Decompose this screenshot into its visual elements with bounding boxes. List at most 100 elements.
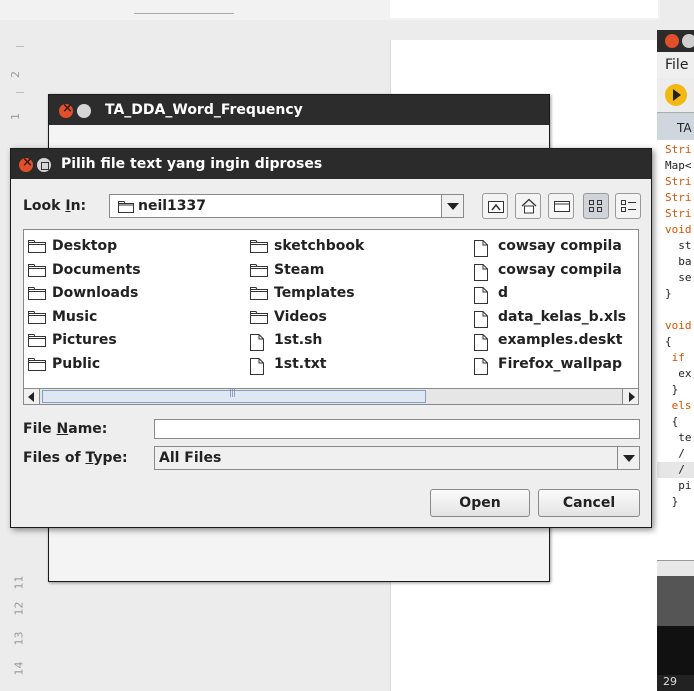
ruler-tick	[16, 92, 24, 93]
minimize-icon[interactable]	[682, 34, 694, 48]
ide-horizontal-scrollbar[interactable]	[657, 560, 694, 576]
file-icon	[474, 357, 488, 375]
folder-icon	[28, 334, 46, 348]
home-button[interactable]	[515, 193, 541, 219]
scroll-left-icon[interactable]	[24, 389, 40, 404]
item-label: Steam	[274, 261, 325, 278]
file-list-column: sketchbook Steam Templates Videos 1st.sh 1st.…	[246, 236, 364, 378]
chevron-down-icon[interactable]	[617, 447, 639, 469]
folder-item[interactable]: Downloads	[24, 283, 141, 307]
scrollbar-thumb[interactable]	[42, 388, 426, 403]
file-name-input[interactable]	[154, 419, 640, 439]
file-icon	[474, 263, 488, 281]
code-line: {	[665, 415, 679, 428]
maximize-icon[interactable]	[37, 158, 51, 172]
folder-item[interactable]: Videos	[246, 307, 364, 331]
item-label: 1st.txt	[274, 355, 327, 372]
ide-console-header	[657, 576, 694, 626]
folder-item[interactable]: Templates	[246, 283, 364, 307]
open-button[interactable]: Open	[430, 489, 530, 517]
close-icon[interactable]	[19, 155, 33, 172]
code-line: st	[665, 239, 692, 252]
details-view-icon	[621, 200, 636, 212]
word-frequency-titlebar: TA_DDA_Word_Frequency	[49, 95, 549, 125]
folder-item[interactable]: Documents	[24, 260, 141, 284]
ruler-tick	[16, 46, 24, 47]
ide-menu-file[interactable]: File	[657, 52, 694, 78]
file-list-column: Desktop Documents Downloads Music Pictures Pu…	[24, 236, 141, 378]
cancel-button[interactable]: Cancel	[538, 489, 640, 517]
code-line: te	[665, 431, 692, 444]
folder-icon	[28, 240, 46, 253]
folder-item[interactable]: Music	[24, 307, 141, 331]
look-in-combobox[interactable]: neil1337	[109, 194, 464, 218]
folder-icon	[28, 357, 46, 371]
item-label: Public	[52, 355, 101, 372]
details-view-button[interactable]	[615, 193, 641, 219]
code-line: els	[665, 399, 692, 412]
file-icon	[474, 310, 488, 328]
ide-editor-tab[interactable]: TA	[657, 112, 694, 140]
file-item[interactable]: 1st.sh	[246, 330, 364, 354]
file-icon	[474, 287, 488, 305]
code-line: se	[665, 271, 692, 284]
chevron-down-icon[interactable]	[441, 195, 463, 217]
files-of-type-combobox[interactable]: All Files	[154, 446, 640, 470]
item-label: Desktop	[52, 238, 118, 254]
code-line: Stri	[665, 175, 692, 188]
code-line: {	[665, 335, 672, 348]
folder-item[interactable]: Desktop	[24, 236, 141, 260]
code-line: /	[657, 462, 694, 478]
file-list-scrollbar[interactable]	[23, 388, 639, 405]
code-line: void	[665, 319, 692, 332]
folder-item[interactable]: Pictures	[24, 330, 141, 354]
code-line: ex	[665, 367, 692, 380]
look-in-row: Look In: neil1337	[23, 193, 643, 219]
file-name-label: File Name:	[23, 421, 108, 437]
file-icon	[250, 334, 264, 352]
file-item[interactable]: 1st.txt	[246, 354, 364, 378]
folder-item[interactable]: Steam	[246, 260, 364, 284]
close-icon[interactable]	[665, 34, 679, 48]
file-item[interactable]: examples.deskt	[470, 330, 626, 354]
code-line: Stri	[665, 207, 692, 220]
folder-icon	[250, 310, 268, 324]
file-item[interactable]: d	[470, 283, 626, 307]
file-item[interactable]: cowsay compila	[470, 236, 626, 260]
document-ruler-strip	[390, 0, 658, 18]
item-label: Pictures	[52, 332, 117, 349]
ide-code-editor[interactable]: Stri Map< Stri Stri Stri void st ba se }…	[657, 140, 694, 560]
code-line: ba	[665, 255, 692, 268]
file-icon	[474, 334, 488, 352]
file-item[interactable]: data_kelas_b.xls	[470, 307, 626, 331]
new-folder-icon	[554, 201, 570, 212]
folder-item[interactable]: sketchbook	[246, 236, 364, 260]
file-list[interactable]: Desktop Documents Downloads Music Pictures Pu…	[23, 229, 639, 389]
item-label: 1st.sh	[274, 332, 323, 349]
window-title: TA_DDA_Word_Frequency	[105, 102, 303, 118]
look-in-label: Look In:	[23, 198, 87, 214]
folder-icon	[28, 310, 46, 324]
minimize-icon[interactable]	[77, 104, 91, 118]
new-folder-button[interactable]	[548, 193, 574, 219]
code-line: Map<	[665, 159, 692, 172]
file-item[interactable]: Firefox_wallpap	[470, 354, 626, 378]
item-label: cowsay compila	[498, 261, 622, 278]
code-line: Stri	[665, 191, 692, 204]
item-label: cowsay compila	[498, 238, 622, 254]
close-icon[interactable]	[59, 101, 73, 118]
file-icon	[474, 240, 488, 257]
item-label: data_kelas_b.xls	[498, 308, 627, 325]
ide-window: File TA Stri Map< Stri Stri Stri void st…	[657, 30, 694, 691]
folder-item[interactable]: Public	[24, 354, 141, 378]
up-folder-button[interactable]	[482, 193, 508, 219]
run-icon[interactable]	[665, 84, 687, 106]
ruler-number: 14	[12, 661, 26, 676]
list-view-button[interactable]	[583, 193, 609, 219]
scroll-right-icon[interactable]	[622, 389, 638, 404]
up-folder-icon	[488, 201, 504, 213]
ruler-tab-marker	[134, 8, 234, 14]
file-item[interactable]: cowsay compila	[470, 260, 626, 284]
folder-icon	[250, 287, 268, 301]
code-line: }	[665, 495, 679, 508]
